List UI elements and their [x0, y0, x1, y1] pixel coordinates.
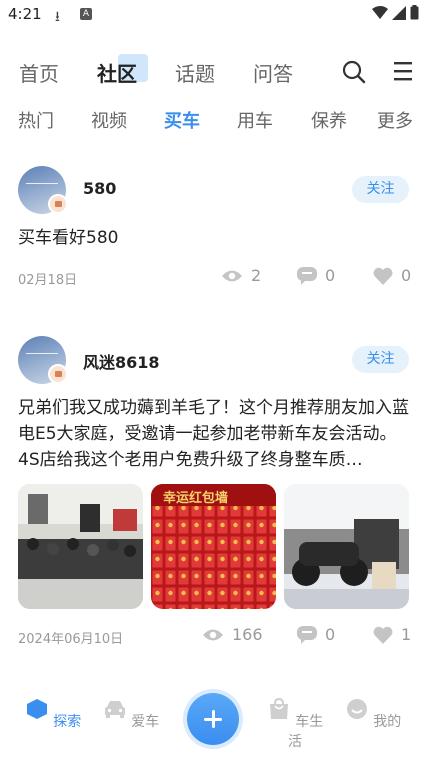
- profile-icon: [346, 699, 367, 719]
- subtab-buy-car[interactable]: 买车: [164, 107, 200, 133]
- tab-qa[interactable]: 问答: [253, 58, 293, 87]
- user-badge-icon: [48, 194, 68, 214]
- eye-icon: [222, 270, 242, 281]
- username[interactable]: 580: [83, 179, 116, 198]
- post-photo[interactable]: [284, 484, 409, 609]
- status-icons: [372, 5, 419, 20]
- shopping-bag-icon: [269, 697, 288, 719]
- like-count[interactable]: 0: [373, 266, 411, 285]
- comment-count[interactable]: 0: [297, 625, 335, 644]
- avatar[interactable]: [18, 336, 68, 384]
- post-date: 02月18日: [18, 273, 78, 288]
- car-icon: [104, 701, 125, 718]
- menu-icon[interactable]: [394, 60, 412, 82]
- view-count: 166: [202, 625, 263, 644]
- subtab-use-car[interactable]: 用车: [237, 107, 273, 133]
- post-photo[interactable]: 幸运红包墙: [151, 484, 276, 609]
- comment-count-value: 0: [325, 625, 336, 644]
- photo-grid: 幸运红包墙: [18, 484, 410, 609]
- nav-car-life[interactable]: 车生活: [265, 697, 325, 751]
- subtab-maintenance[interactable]: 保养: [311, 107, 347, 133]
- tab-topics[interactable]: 话题: [175, 58, 215, 87]
- view-count: 2: [221, 266, 261, 285]
- nav-profile-label: 我的: [373, 714, 402, 730]
- like-count[interactable]: 1: [373, 625, 411, 644]
- wifi-icon: [372, 5, 388, 19]
- view-count-value: 2: [251, 266, 262, 285]
- post-date: 2024年06月10日: [18, 632, 124, 647]
- top-nav: 首页 社区 话题 问答: [0, 50, 427, 90]
- subtab-video[interactable]: 视频: [91, 107, 127, 133]
- battery-icon: [410, 5, 419, 20]
- sub-nav: 热门 视频 买车 用车 保养 更多: [0, 103, 427, 137]
- avatar[interactable]: [18, 166, 68, 214]
- subtab-more[interactable]: 更多: [377, 107, 413, 133]
- view-count-value: 166: [232, 625, 263, 644]
- post-text[interactable]: 兄弟们我又成功薅到羊毛了！这个月推荐朋友加入蓝电E5大家庭，受邀请一起参加老带新…: [18, 395, 413, 473]
- comment-count-value: 0: [325, 266, 336, 285]
- heart-icon: [373, 626, 393, 644]
- add-post-button[interactable]: [187, 693, 239, 745]
- comment-icon: [297, 625, 317, 644]
- follow-button[interactable]: 关注: [352, 176, 409, 203]
- heart-icon: [373, 267, 393, 285]
- status-bar: 4:21 ⭳ A: [0, 0, 427, 30]
- tab-community[interactable]: 社区: [97, 58, 137, 87]
- photo-banner-text: 幸运红包墙: [163, 491, 229, 506]
- eye-icon: [203, 629, 223, 640]
- nav-explore[interactable]: 探索: [23, 698, 83, 731]
- bottom-nav: 探索 爱车 车生活 我的: [0, 690, 427, 760]
- explore-icon: [26, 699, 47, 719]
- like-count-value: 1: [401, 625, 412, 644]
- comment-count[interactable]: 0: [297, 266, 335, 285]
- nav-my-car[interactable]: 爱车: [101, 698, 161, 731]
- nav-my-car-label: 爱车: [131, 714, 160, 730]
- comment-icon: [297, 266, 317, 285]
- like-count-value: 0: [401, 266, 412, 285]
- signal-icon: [392, 5, 406, 20]
- status-time: 4:21: [8, 5, 42, 23]
- user-badge-icon: [48, 364, 68, 384]
- subtab-hot[interactable]: 热门: [18, 107, 54, 133]
- nav-car-life-label: 车生活: [288, 714, 324, 750]
- nav-profile[interactable]: 我的: [343, 698, 403, 731]
- search-icon[interactable]: [342, 60, 366, 84]
- download-icon: ⭳: [55, 9, 60, 25]
- username[interactable]: 风迷8618: [83, 349, 160, 373]
- nav-explore-label: 探索: [53, 714, 82, 730]
- app-notification-icon: A: [80, 8, 92, 20]
- post-text[interactable]: 买车看好580: [18, 225, 413, 251]
- post-photo[interactable]: [18, 484, 143, 609]
- tab-home[interactable]: 首页: [19, 58, 59, 87]
- follow-button[interactable]: 关注: [352, 346, 409, 373]
